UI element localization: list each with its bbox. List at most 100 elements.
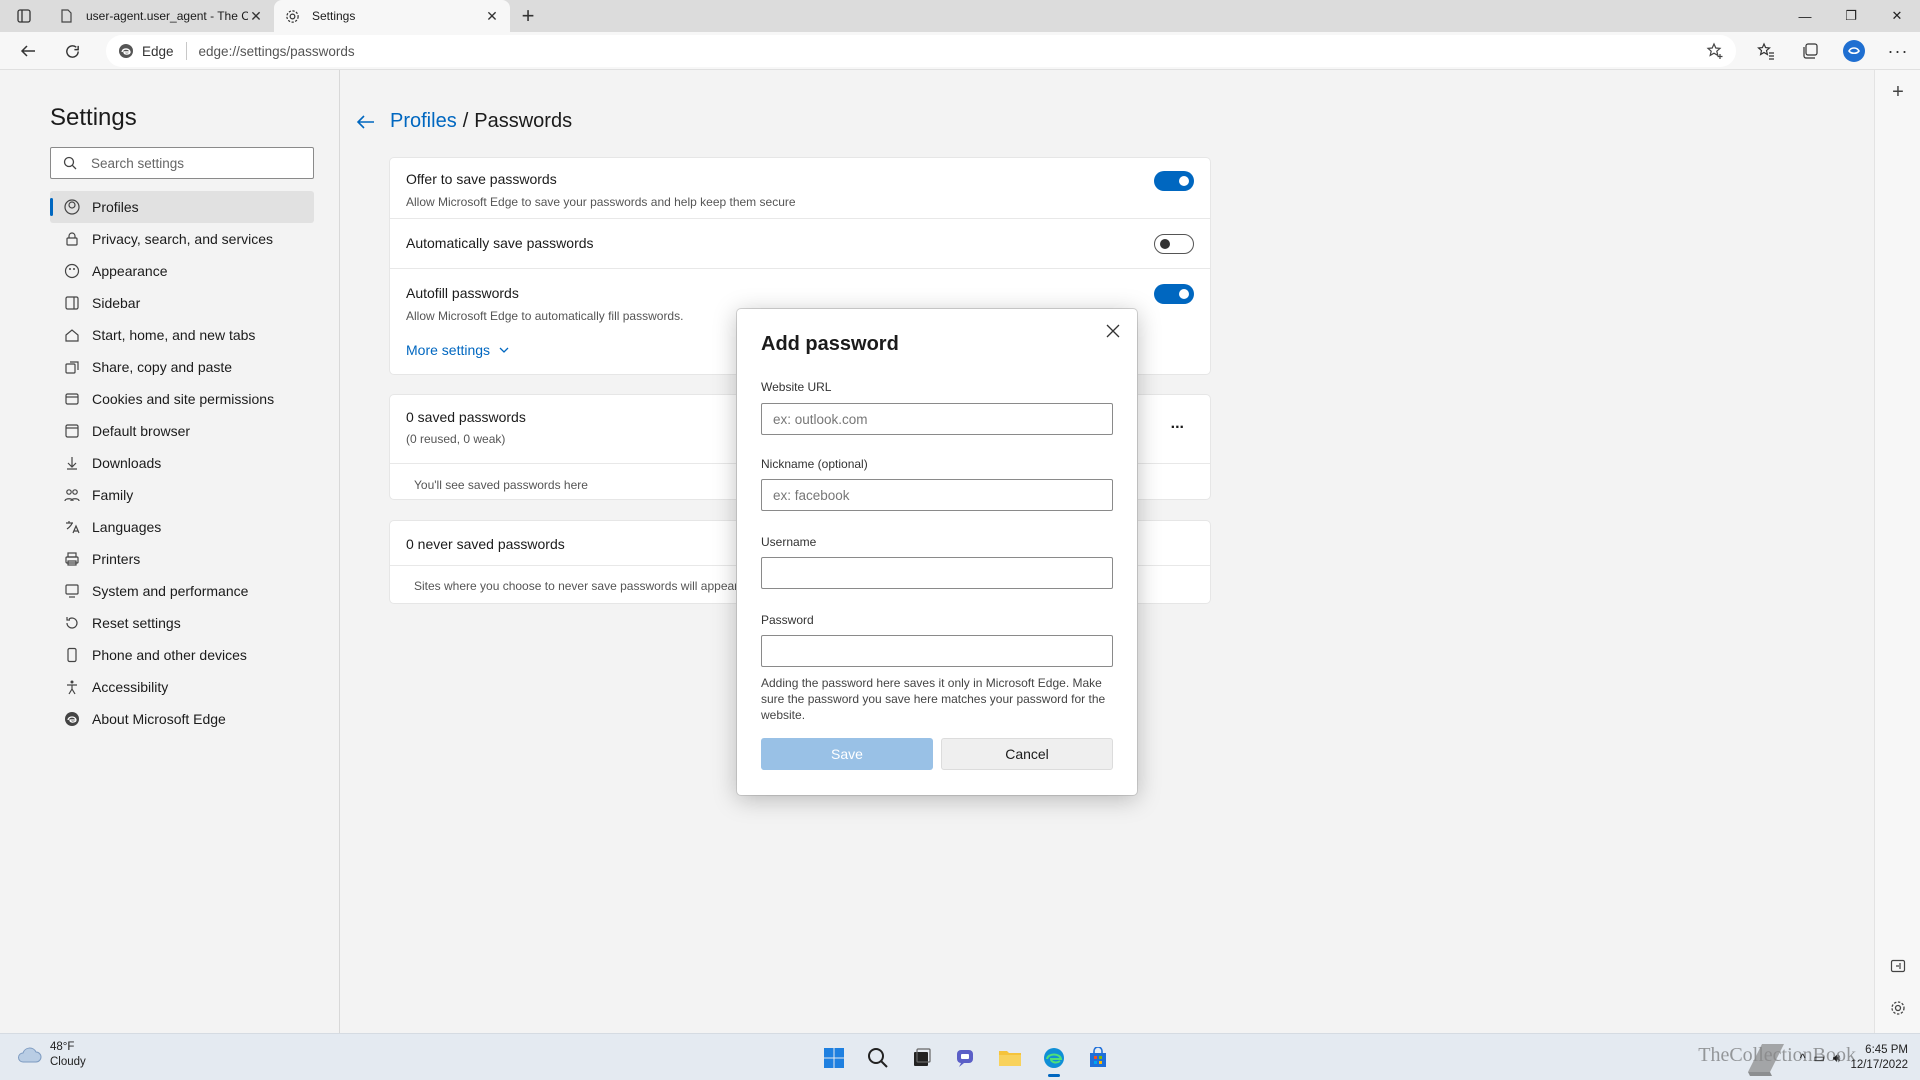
teams-chat-button[interactable]: [944, 1038, 988, 1078]
sidebar-item-appearance[interactable]: Appearance: [50, 255, 314, 287]
cancel-button[interactable]: Cancel: [941, 738, 1113, 770]
search-settings-box[interactable]: [50, 147, 314, 179]
family-icon: [64, 487, 80, 503]
sidebar-item-profiles[interactable]: Profiles: [50, 191, 314, 223]
close-dialog-icon[interactable]: [1099, 317, 1127, 345]
page-icon: [58, 8, 74, 24]
gear-icon: [284, 8, 300, 24]
sidebar-item-sidebar[interactable]: Sidebar: [50, 287, 314, 319]
sidebar-item-reset-settings[interactable]: Reset settings: [50, 607, 314, 639]
add-favorite-icon[interactable]: [1706, 42, 1724, 63]
search-icon: [63, 156, 77, 170]
collections-button[interactable]: [1788, 33, 1832, 69]
close-window-button[interactable]: ✕: [1874, 0, 1920, 32]
profile-button[interactable]: [1832, 33, 1876, 69]
dialog-note: Adding the password here saves it only i…: [761, 676, 1106, 722]
close-tab-icon[interactable]: ✕: [484, 8, 500, 24]
network-icon[interactable]: ▭: [1814, 1051, 1825, 1065]
appearance-icon: [64, 263, 80, 279]
system-tray: ^ ▭ 🔊︎ 6:45 PM 12/17/2022: [1742, 1038, 1908, 1078]
sidebar-item-privacy-search-and-services[interactable]: Privacy, search, and services: [50, 223, 314, 255]
settings-sidebar: Settings Profiles Privacy, search, and se…: [0, 70, 340, 1033]
chevron-down-icon: [499, 347, 509, 353]
saved-passwords-menu-button[interactable]: ...: [1171, 415, 1184, 433]
accessibility-icon: [64, 679, 80, 695]
never-saved-title: 0 never saved passwords: [406, 536, 565, 552]
sidebar-item-languages[interactable]: Languages: [50, 511, 314, 543]
sidebar-item-label: Appearance: [92, 263, 168, 279]
username-input[interactable]: [761, 557, 1113, 589]
weather-widget[interactable]: 48°F Cloudy: [16, 1040, 86, 1070]
new-tab-button[interactable]: +: [510, 0, 546, 32]
website-url-label: Website URL: [761, 380, 832, 394]
site-identity-chip[interactable]: Edge: [118, 42, 187, 60]
plus-icon: +: [521, 3, 535, 28]
sidebar-item-label: Printers: [92, 551, 141, 567]
clock-time: 6:45 PM: [1865, 1044, 1908, 1056]
sidebar-item-system-and-performance[interactable]: System and performance: [50, 575, 314, 607]
sidebar-settings-button[interactable]: [1875, 990, 1920, 1026]
tab-strip: user-agent.user_agent - The Coll ✕ Setti…: [0, 0, 1920, 32]
favorites-button[interactable]: [1744, 33, 1788, 69]
windows-logo-icon: [824, 1048, 844, 1068]
sidebar-item-accessibility[interactable]: Accessibility: [50, 671, 314, 703]
offer-save-toggle[interactable]: [1154, 171, 1194, 191]
edge-logo-icon: [119, 44, 133, 58]
file-explorer-button[interactable]: [988, 1038, 1032, 1078]
hide-sidebar-button[interactable]: [1875, 948, 1920, 984]
sidebar-item-label: Share, copy and paste: [92, 359, 233, 375]
clock[interactable]: 6:45 PM 12/17/2022: [1850, 1043, 1908, 1073]
search-settings-input[interactable]: [91, 155, 291, 171]
cookie-icon: [64, 391, 80, 407]
edge-taskbar-button[interactable]: [1032, 1038, 1076, 1078]
autofill-toggle[interactable]: [1154, 284, 1194, 304]
restore-button[interactable]: ❐: [1828, 0, 1874, 32]
weather-temp: 48°F: [50, 1041, 75, 1053]
sidebar-item-start-home-and-new-tabs[interactable]: Start, home, and new tabs: [50, 319, 314, 351]
task-view-button[interactable]: [900, 1038, 944, 1078]
search-button[interactable]: [856, 1038, 900, 1078]
nickname-input[interactable]: [761, 479, 1113, 511]
start-button[interactable]: [812, 1038, 856, 1078]
address-bar[interactable]: Edge edge://settings/passwords: [106, 35, 1736, 67]
add-sidebar-app-button[interactable]: +: [1875, 74, 1920, 110]
close-tab-icon[interactable]: ✕: [248, 8, 264, 24]
sidebar-item-default-browser[interactable]: Default browser: [50, 415, 314, 447]
sidebar-item-share-copy-and-paste[interactable]: Share, copy and paste: [50, 351, 314, 383]
back-button[interactable]: [6, 33, 50, 69]
tab-actions-button[interactable]: [0, 0, 48, 32]
save-button[interactable]: Save: [761, 738, 933, 770]
clock-date: 12/17/2022: [1850, 1059, 1908, 1071]
sidebar-item-printers[interactable]: Printers: [50, 543, 314, 575]
tab-title: user-agent.user_agent - The Coll: [86, 9, 248, 23]
toolbar-right: ···: [1744, 32, 1920, 70]
lock-icon: [64, 231, 80, 247]
nickname-label: Nickname (optional): [761, 457, 868, 471]
volume-icon[interactable]: 🔊︎: [1833, 1051, 1841, 1066]
password-input[interactable]: [761, 635, 1113, 667]
chevron-up-icon[interactable]: ^: [1800, 1051, 1806, 1065]
auto-save-toggle[interactable]: [1154, 234, 1194, 254]
tab-settings[interactable]: Settings ✕: [274, 0, 510, 32]
sidebar-item-cookies-and-site-permissions[interactable]: Cookies and site permissions: [50, 383, 314, 415]
more-settings-link[interactable]: More settings: [406, 342, 510, 358]
sidebar-item-family[interactable]: Family: [50, 479, 314, 511]
back-arrow-icon[interactable]: [356, 111, 378, 133]
autofill-title: Autofill passwords: [406, 285, 519, 301]
home-icon: [64, 327, 80, 343]
website-url-input[interactable]: [761, 403, 1113, 435]
add-password-dialog: Add password Website URL Nickname (optio…: [737, 309, 1137, 795]
store-button[interactable]: [1076, 1038, 1120, 1078]
sidebar-item-about-microsoft-edge[interactable]: About Microsoft Edge: [50, 703, 314, 735]
minimize-button[interactable]: —: [1782, 0, 1828, 32]
favorites-icon: [1757, 42, 1774, 60]
download-icon: [64, 455, 80, 471]
sidebar-item-phone-and-other-devices[interactable]: Phone and other devices: [50, 639, 314, 671]
sidebar-item-downloads[interactable]: Downloads: [50, 447, 314, 479]
password-label: Password: [761, 613, 814, 627]
breadcrumb-profiles-link[interactable]: Profiles: [390, 110, 457, 133]
sidebar-icon: [64, 295, 80, 311]
tab-user-agent[interactable]: user-agent.user_agent - The Coll ✕: [48, 0, 274, 32]
refresh-button[interactable]: [50, 33, 94, 69]
settings-more-button[interactable]: ···: [1876, 33, 1920, 69]
